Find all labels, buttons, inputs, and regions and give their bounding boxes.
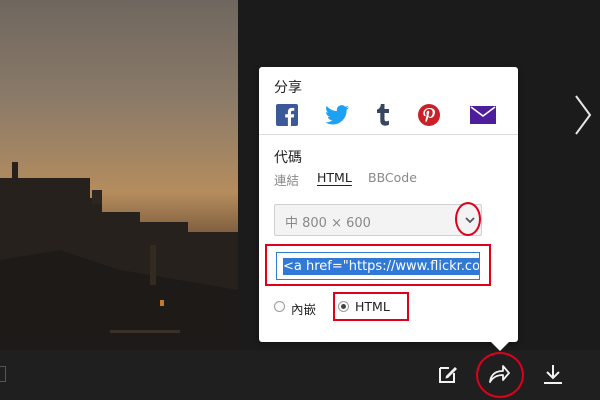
facebook-share-button[interactable]	[273, 102, 301, 128]
embed-code-field[interactable]: <a href="https://www.flickr.co	[276, 252, 480, 280]
photo	[0, 0, 238, 350]
email-icon	[470, 106, 496, 124]
code-title: 代碼	[274, 150, 302, 166]
html-radio[interactable]	[338, 301, 349, 312]
size-dropdown-button[interactable]	[459, 205, 481, 235]
tumblr-icon	[377, 104, 389, 126]
pinterest-share-button[interactable]	[415, 102, 443, 128]
tab-link[interactable]: 連結	[274, 170, 299, 189]
tab-bbcode[interactable]: BBCode	[368, 170, 417, 185]
popup-pointer	[490, 341, 510, 351]
edit-button[interactable]	[436, 362, 460, 386]
share-popup: 分享 代碼 連結 HTML BBCode 中 800 × 600 <a href…	[259, 67, 518, 342]
size-select[interactable]: 中 800 × 600	[274, 204, 482, 236]
share-icons	[273, 102, 503, 128]
edit-icon	[439, 367, 457, 383]
twitter-icon	[325, 105, 349, 125]
chevron-right-icon	[575, 95, 592, 135]
tumblr-share-button[interactable]	[369, 102, 397, 128]
download-icon	[544, 365, 562, 384]
next-photo-button[interactable]	[572, 92, 594, 138]
tab-html[interactable]: HTML	[317, 170, 352, 185]
photo-silhouette	[0, 162, 238, 350]
download-button[interactable]	[541, 362, 565, 386]
html-radio-label[interactable]: HTML	[355, 299, 390, 314]
pinterest-icon	[418, 104, 440, 126]
share-button[interactable]	[487, 362, 511, 386]
share-title: 分享	[274, 80, 302, 96]
share-icon	[489, 365, 510, 383]
size-select-value: 中 800 × 600	[285, 216, 371, 231]
filmstrip-edge	[0, 366, 6, 382]
embed-code-text: <a href="https://www.flickr.co	[283, 258, 479, 275]
section-divider	[259, 134, 518, 135]
embed-radio-label[interactable]: 內嵌	[291, 299, 316, 318]
facebook-icon	[276, 104, 298, 126]
chevron-down-icon	[465, 217, 475, 224]
email-share-button[interactable]	[469, 102, 497, 128]
embed-radio[interactable]	[274, 301, 285, 312]
twitter-share-button[interactable]	[323, 102, 351, 128]
